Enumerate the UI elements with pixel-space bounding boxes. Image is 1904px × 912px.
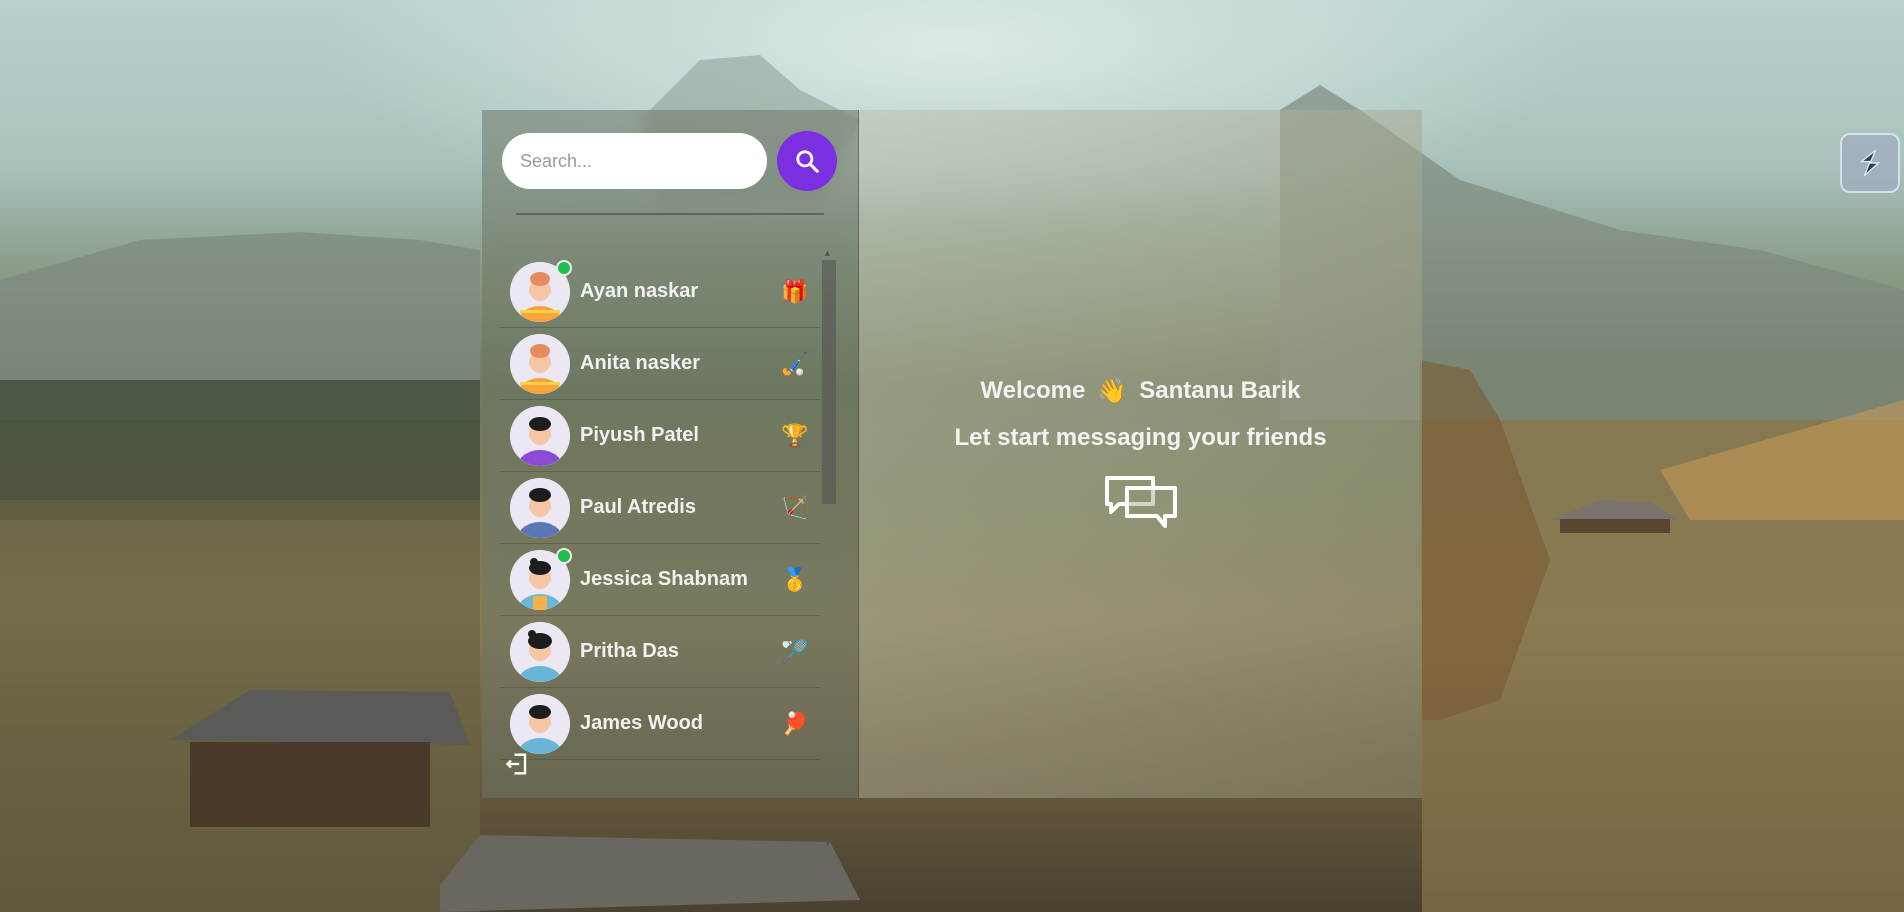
user-name: Jessica Shabnam — [580, 568, 748, 590]
user-name: James Wood — [580, 712, 703, 734]
bow-arrow-icon: 🏹 — [781, 494, 809, 520]
welcome-user-name: Santanu Barik — [1139, 377, 1301, 404]
scroll-down-icon[interactable]: ▼ — [823, 838, 832, 848]
medal-icon: 🥇 — [781, 566, 809, 592]
scroll-up-icon[interactable]: ▲ — [823, 248, 832, 258]
extension-logo-icon — [1859, 149, 1881, 177]
list-item[interactable]: Jessica Shabnam 🥇 — [500, 544, 820, 616]
wave-icon: 👋 — [1097, 377, 1128, 405]
welcome-greeting: Welcome — [980, 377, 1086, 404]
user-name: Pritha Das — [580, 640, 679, 662]
list-item[interactable]: Ayan naskar 🎁 — [500, 256, 820, 328]
search-input[interactable] — [502, 133, 767, 189]
trophy-icon: 🏆 — [781, 422, 809, 448]
online-indicator — [556, 548, 572, 564]
logout-button[interactable] — [504, 750, 532, 778]
chat-app-window: Ayan naskar 🎁 Anita nasker 🏑 Piyush Pate… — [482, 110, 1422, 848]
logout-icon — [505, 753, 527, 775]
user-name: Paul Atredis — [580, 496, 696, 518]
user-name: Anita nasker — [580, 352, 701, 374]
avatar — [510, 333, 570, 394]
search-bar — [502, 131, 837, 191]
avatar — [510, 693, 570, 754]
search-button[interactable] — [777, 131, 837, 191]
avatar — [510, 405, 570, 466]
hockey-icon: 🏑 — [781, 350, 809, 376]
list-item[interactable]: James Wood 🏓 — [500, 688, 820, 760]
scroll-thumb[interactable] — [822, 260, 836, 504]
list-item[interactable]: Pritha Das 🏸 — [500, 616, 820, 688]
list-item[interactable]: Anita nasker 🏑 — [500, 328, 820, 400]
list-item[interactable]: Paul Atredis 🏹 — [500, 472, 820, 544]
welcome-heading: Welcome 👋 Santanu Barik — [980, 377, 1300, 406]
user-name: Piyush Patel — [580, 424, 699, 446]
extension-button[interactable] — [1840, 133, 1900, 193]
sidebar: Ayan naskar 🎁 Anita nasker 🏑 Piyush Pate… — [482, 110, 859, 848]
divider — [516, 213, 824, 215]
welcome-panel: Welcome 👋 Santanu Barik Let start messag… — [859, 110, 1422, 798]
badminton-icon: 🏸 — [781, 638, 809, 664]
user-name: Ayan naskar — [580, 280, 699, 302]
list-item[interactable]: Piyush Patel 🏆 — [500, 400, 820, 472]
ping-pong-icon: 🏓 — [781, 710, 809, 736]
user-list: Ayan naskar 🎁 Anita nasker 🏑 Piyush Pate… — [500, 256, 820, 760]
search-icon — [796, 150, 819, 173]
online-indicator — [556, 260, 572, 276]
welcome-subtitle: Let start messaging your friends — [954, 423, 1327, 451]
scrollbar[interactable]: ▲ ▼ — [820, 248, 836, 848]
avatar — [510, 477, 570, 538]
avatar — [510, 621, 570, 682]
chat-bubbles-icon — [1104, 475, 1177, 528]
gift-icon: 🎁 — [781, 278, 809, 304]
